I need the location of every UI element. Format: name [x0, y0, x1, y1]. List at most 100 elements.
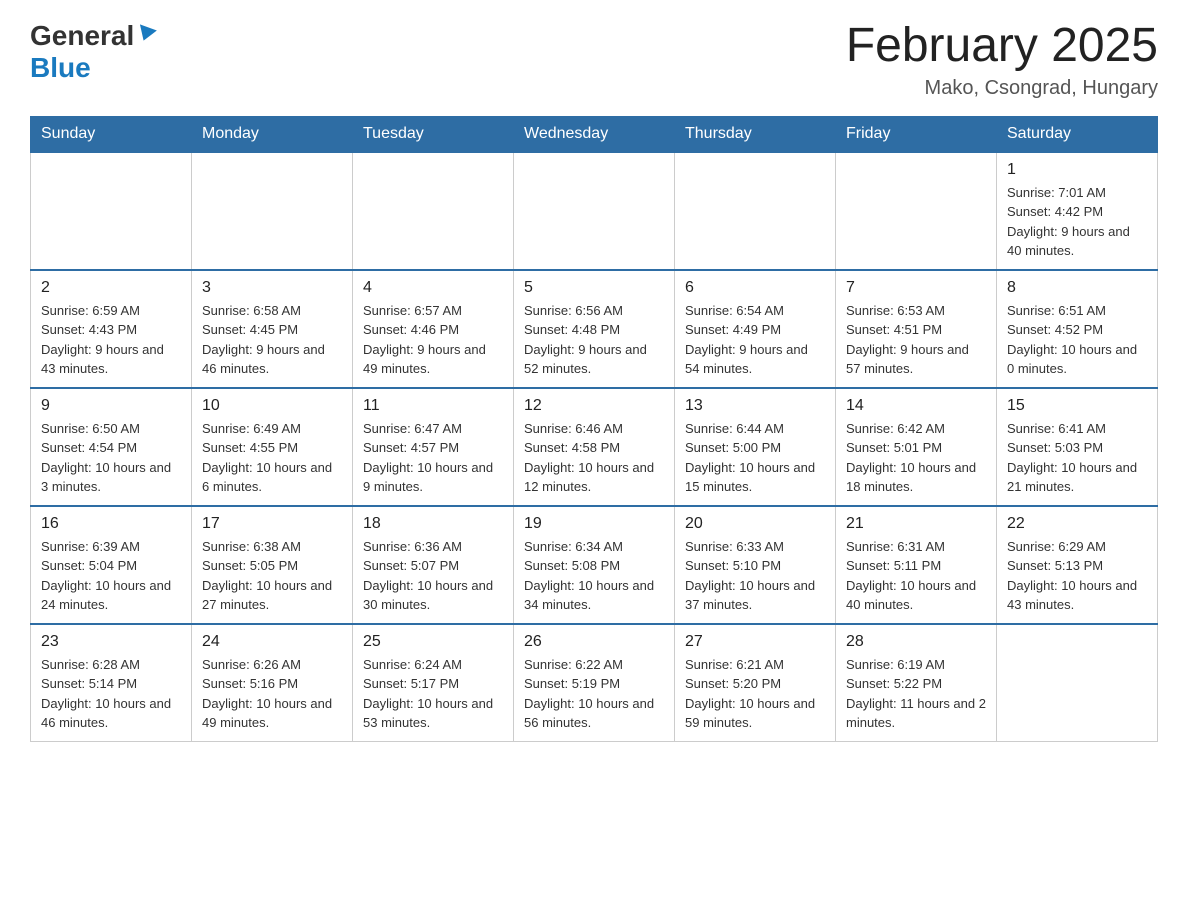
day-number: 3 — [202, 279, 342, 297]
day-number: 5 — [524, 279, 664, 297]
calendar-week-row: 16 Sunrise: 6:39 AMSunset: 5:04 PMDayligh… — [31, 506, 1158, 624]
table-row: 20Sunrise: 6:33 AMSunset: 5:10 PMDayligh… — [675, 506, 836, 624]
table-row: 18 Sunrise: 6:36 AMSunset: 5:07 PMDayligh… — [353, 506, 514, 624]
logo: General Blue — [30, 20, 155, 84]
day-number: 25 — [363, 633, 503, 651]
table-row: 13Sunrise: 6:44 AMSunset: 5:00 PMDayligh… — [675, 388, 836, 506]
day-info: Sunrise: 6:56 AMSunset: 4:48 PMDaylight:… — [524, 301, 664, 379]
day-number: 18 — [363, 515, 503, 533]
table-row: 28 Sunrise: 6:19 AMSunset: 5:22 PMDayligh… — [836, 624, 997, 742]
calendar-week-row: 9Sunrise: 6:50 AMSunset: 4:54 PMDaylight… — [31, 388, 1158, 506]
calendar-table: Sunday Monday Tuesday Wednesday Thursday… — [30, 116, 1158, 742]
table-row — [836, 152, 997, 270]
table-row: 17 Sunrise: 6:38 AMSunset: 5:05 PMDayligh… — [192, 506, 353, 624]
day-info: Sunrise: 6:57 AMSunset: 4:46 PMDaylight:… — [363, 301, 503, 379]
table-row: 4 Sunrise: 6:57 AMSunset: 4:46 PMDaylight… — [353, 270, 514, 388]
table-row: 27 Sunrise: 6:21 AMSunset: 5:20 PMDayligh… — [675, 624, 836, 742]
day-number: 7 — [846, 279, 986, 297]
calendar-week-row: 23 Sunrise: 6:28 AMSunset: 5:14 PMDayligh… — [31, 624, 1158, 742]
calendar-week-row: 1 Sunrise: 7:01 AMSunset: 4:42 PMDaylight… — [31, 152, 1158, 270]
day-number: 1 — [1007, 161, 1147, 179]
table-row — [997, 624, 1158, 742]
table-row — [353, 152, 514, 270]
table-row: 26 Sunrise: 6:22 AMSunset: 5:19 PMDayligh… — [514, 624, 675, 742]
day-info: Sunrise: 6:34 AMSunset: 5:08 PMDaylight:… — [524, 537, 664, 615]
day-info: Sunrise: 6:31 AMSunset: 5:11 PMDaylight:… — [846, 537, 986, 615]
table-row: 11 Sunrise: 6:47 AMSunset: 4:57 PMDayligh… — [353, 388, 514, 506]
col-tuesday: Tuesday — [353, 116, 514, 152]
day-number: 8 — [1007, 279, 1147, 297]
table-row: 25 Sunrise: 6:24 AMSunset: 5:17 PMDayligh… — [353, 624, 514, 742]
day-number: 20 — [685, 515, 825, 533]
day-info: Sunrise: 6:53 AMSunset: 4:51 PMDaylight:… — [846, 301, 986, 379]
table-row: 22Sunrise: 6:29 AMSunset: 5:13 PMDayligh… — [997, 506, 1158, 624]
day-info: Sunrise: 6:54 AMSunset: 4:49 PMDaylight:… — [685, 301, 825, 379]
day-number: 22 — [1007, 515, 1147, 533]
location-subtitle: Mako, Csongrad, Hungary — [846, 77, 1158, 100]
title-area: February 2025 Mako, Csongrad, Hungary — [846, 20, 1158, 100]
table-row: 6 Sunrise: 6:54 AMSunset: 4:49 PMDaylight… — [675, 270, 836, 388]
col-saturday: Saturday — [997, 116, 1158, 152]
day-info: Sunrise: 6:19 AMSunset: 5:22 PMDaylight:… — [846, 655, 986, 733]
day-number: 15 — [1007, 397, 1147, 415]
table-row: 12 Sunrise: 6:46 AMSunset: 4:58 PMDayligh… — [514, 388, 675, 506]
day-info: Sunrise: 6:47 AMSunset: 4:57 PMDaylight:… — [363, 419, 503, 497]
table-row: 3 Sunrise: 6:58 AMSunset: 4:45 PMDaylight… — [192, 270, 353, 388]
day-number: 16 — [41, 515, 181, 533]
table-row — [192, 152, 353, 270]
col-wednesday: Wednesday — [514, 116, 675, 152]
day-info: Sunrise: 6:38 AMSunset: 5:05 PMDaylight:… — [202, 537, 342, 615]
table-row: 15 Sunrise: 6:41 AMSunset: 5:03 PMDayligh… — [997, 388, 1158, 506]
col-monday: Monday — [192, 116, 353, 152]
day-number: 27 — [685, 633, 825, 651]
table-row: 24 Sunrise: 6:26 AMSunset: 5:16 PMDayligh… — [192, 624, 353, 742]
day-info: Sunrise: 6:42 AMSunset: 5:01 PMDaylight:… — [846, 419, 986, 497]
table-row: 9Sunrise: 6:50 AMSunset: 4:54 PMDaylight… — [31, 388, 192, 506]
day-number: 6 — [685, 279, 825, 297]
day-number: 4 — [363, 279, 503, 297]
day-number: 14 — [846, 397, 986, 415]
table-row: 10 Sunrise: 6:49 AMSunset: 4:55 PMDayligh… — [192, 388, 353, 506]
day-info: Sunrise: 6:44 AMSunset: 5:00 PMDaylight:… — [685, 419, 825, 497]
table-row: 21 Sunrise: 6:31 AMSunset: 5:11 PMDayligh… — [836, 506, 997, 624]
table-row: 14 Sunrise: 6:42 AMSunset: 5:01 PMDayligh… — [836, 388, 997, 506]
calendar-header-row: Sunday Monday Tuesday Wednesday Thursday… — [31, 116, 1158, 152]
table-row — [675, 152, 836, 270]
table-row: 5 Sunrise: 6:56 AMSunset: 4:48 PMDaylight… — [514, 270, 675, 388]
day-info: Sunrise: 6:26 AMSunset: 5:16 PMDaylight:… — [202, 655, 342, 733]
day-info: Sunrise: 6:24 AMSunset: 5:17 PMDaylight:… — [363, 655, 503, 733]
day-info: Sunrise: 6:21 AMSunset: 5:20 PMDaylight:… — [685, 655, 825, 733]
day-number: 17 — [202, 515, 342, 533]
day-info: Sunrise: 6:49 AMSunset: 4:55 PMDaylight:… — [202, 419, 342, 497]
day-info: Sunrise: 6:36 AMSunset: 5:07 PMDaylight:… — [363, 537, 503, 615]
day-info: Sunrise: 7:01 AMSunset: 4:42 PMDaylight:… — [1007, 183, 1147, 261]
day-info: Sunrise: 6:46 AMSunset: 4:58 PMDaylight:… — [524, 419, 664, 497]
day-number: 21 — [846, 515, 986, 533]
day-number: 24 — [202, 633, 342, 651]
month-title: February 2025 — [846, 20, 1158, 73]
col-thursday: Thursday — [675, 116, 836, 152]
logo-blue-text: Blue — [30, 52, 91, 83]
day-number: 11 — [363, 397, 503, 415]
table-row: 1 Sunrise: 7:01 AMSunset: 4:42 PMDaylight… — [997, 152, 1158, 270]
day-number: 28 — [846, 633, 986, 651]
table-row — [514, 152, 675, 270]
day-info: Sunrise: 6:58 AMSunset: 4:45 PMDaylight:… — [202, 301, 342, 379]
logo-general-text: General — [30, 20, 134, 52]
col-friday: Friday — [836, 116, 997, 152]
table-row: 19 Sunrise: 6:34 AMSunset: 5:08 PMDayligh… — [514, 506, 675, 624]
day-number: 10 — [202, 397, 342, 415]
day-info: Sunrise: 6:28 AMSunset: 5:14 PMDaylight:… — [41, 655, 181, 733]
logo-arrow-icon — [135, 24, 157, 43]
day-number: 23 — [41, 633, 181, 651]
calendar-week-row: 2Sunrise: 6:59 AMSunset: 4:43 PMDaylight… — [31, 270, 1158, 388]
day-info: Sunrise: 6:39 AMSunset: 5:04 PMDaylight:… — [41, 537, 181, 615]
day-number: 19 — [524, 515, 664, 533]
day-number: 12 — [524, 397, 664, 415]
day-info: Sunrise: 6:41 AMSunset: 5:03 PMDaylight:… — [1007, 419, 1147, 497]
day-number: 9 — [41, 397, 181, 415]
day-info: Sunrise: 6:22 AMSunset: 5:19 PMDaylight:… — [524, 655, 664, 733]
day-number: 26 — [524, 633, 664, 651]
table-row: 16 Sunrise: 6:39 AMSunset: 5:04 PMDayligh… — [31, 506, 192, 624]
col-sunday: Sunday — [31, 116, 192, 152]
